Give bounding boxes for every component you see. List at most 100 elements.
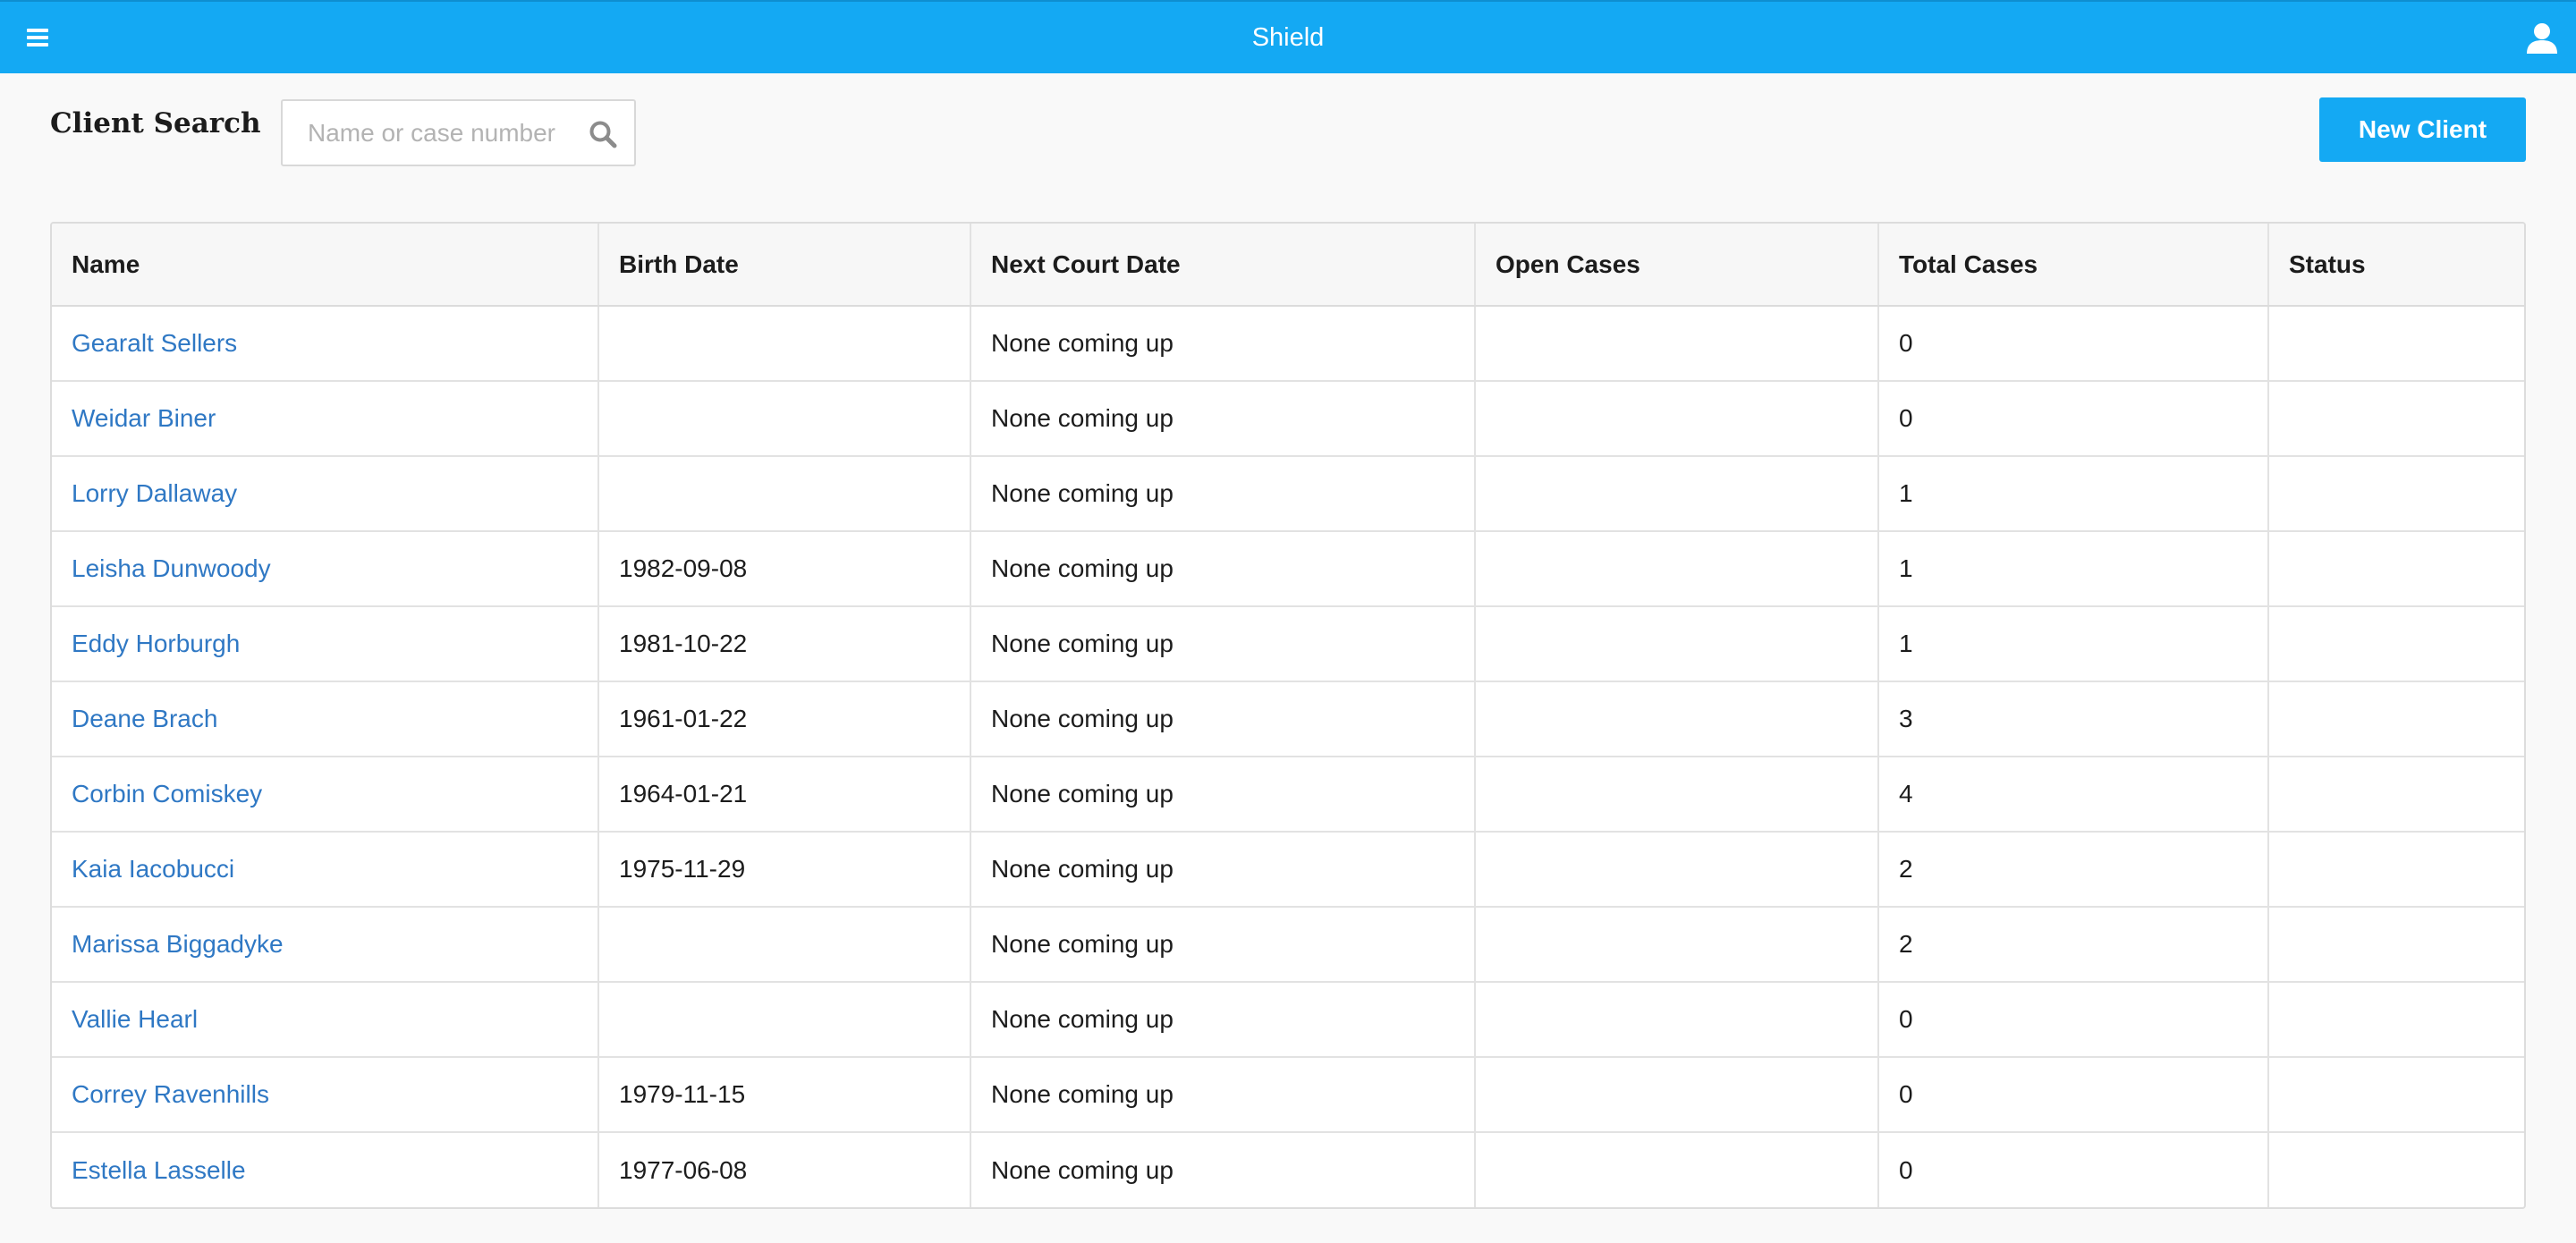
cell-open-cases [1475,531,1879,607]
cell-birth-date: 1982-09-08 [598,531,971,607]
cell-birth-date: 1977-06-08 [598,1132,971,1207]
table-row: Kaia Iacobucci 1975-11-29 None coming up… [52,832,2524,908]
client-name-link[interactable]: Deane Brach [72,705,217,732]
cell-status [2268,1132,2524,1207]
cell-birth-date: 1964-01-21 [598,757,971,833]
client-name-link[interactable]: Corbin Comiskey [72,780,262,808]
cell-next-court-date: None coming up [970,381,1476,457]
table-row: Correy Ravenhills 1979-11-15 None coming… [52,1057,2524,1133]
search-icon[interactable] [588,119,618,149]
table-row: Eddy Horburgh 1981-10-22 None coming up … [52,606,2524,682]
table-row: Leisha Dunwoody 1982-09-08 None coming u… [52,531,2524,607]
cell-next-court-date: None coming up [970,1132,1476,1207]
column-header-next-court-date[interactable]: Next Court Date [970,224,1476,307]
client-name-link[interactable]: Correy Ravenhills [72,1080,269,1108]
cell-birth-date [598,456,971,532]
cell-total-cases: 3 [1878,681,2269,757]
column-header-name[interactable]: Name [52,224,599,307]
cell-status [2268,832,2524,908]
cell-total-cases: 0 [1878,982,2269,1058]
cell-open-cases [1475,1057,1879,1133]
client-name-link[interactable]: Kaia Iacobucci [72,855,234,883]
table-row: Marissa Biggadyke None coming up 2 [52,907,2524,983]
top-navbar: Shield [0,0,2576,73]
cell-status [2268,982,2524,1058]
cell-open-cases [1475,306,1879,382]
column-header-birth-date[interactable]: Birth Date [598,224,971,307]
cell-next-court-date: None coming up [970,531,1476,607]
cell-status [2268,1057,2524,1133]
clients-table: Name Birth Date Next Court Date Open Cas… [52,224,2524,1207]
cell-name: Gearalt Sellers [52,306,599,382]
cell-open-cases [1475,606,1879,682]
cell-open-cases [1475,907,1879,983]
cell-total-cases: 0 [1878,1132,2269,1207]
client-name-link[interactable]: Leisha Dunwoody [72,554,271,582]
client-name-link[interactable]: Vallie Hearl [72,1005,198,1033]
cell-next-court-date: None coming up [970,681,1476,757]
cell-name: Lorry Dallaway [52,456,599,532]
cell-birth-date: 1979-11-15 [598,1057,971,1133]
cell-birth-date: 1975-11-29 [598,832,971,908]
cell-status [2268,381,2524,457]
cell-status [2268,757,2524,833]
client-name-link[interactable]: Eddy Horburgh [72,630,240,657]
cell-next-court-date: None coming up [970,832,1476,908]
cell-name: Eddy Horburgh [52,606,599,682]
table-row: Vallie Hearl None coming up 0 [52,982,2524,1058]
client-name-link[interactable]: Estella Lasselle [72,1156,246,1184]
cell-total-cases: 2 [1878,907,2269,983]
cell-status [2268,681,2524,757]
cell-open-cases [1475,456,1879,532]
cell-status [2268,606,2524,682]
table-row: Corbin Comiskey 1964-01-21 None coming u… [52,757,2524,833]
cell-total-cases: 1 [1878,531,2269,607]
cell-name: Deane Brach [52,681,599,757]
cell-open-cases [1475,381,1879,457]
cell-total-cases: 4 [1878,757,2269,833]
table-header-row: Name Birth Date Next Court Date Open Cas… [52,224,2524,307]
column-header-total-cases[interactable]: Total Cases [1878,224,2269,307]
cell-name: Corbin Comiskey [52,757,599,833]
cell-next-court-date: None coming up [970,982,1476,1058]
cell-total-cases: 1 [1878,606,2269,682]
cell-birth-date [598,982,971,1058]
cell-open-cases [1475,757,1879,833]
cell-open-cases [1475,1132,1879,1207]
cell-birth-date: 1981-10-22 [598,606,971,682]
column-header-open-cases[interactable]: Open Cases [1475,224,1879,307]
cell-birth-date [598,381,971,457]
client-name-link[interactable]: Gearalt Sellers [72,329,237,357]
cell-status [2268,907,2524,983]
client-name-link[interactable]: Lorry Dallaway [72,479,237,507]
clients-table-container: Name Birth Date Next Court Date Open Cas… [50,222,2526,1209]
cell-next-court-date: None coming up [970,757,1476,833]
user-icon[interactable] [2524,20,2560,55]
cell-total-cases: 0 [1878,306,2269,382]
cell-name: Kaia Iacobucci [52,832,599,908]
column-header-status[interactable]: Status [2268,224,2524,307]
client-name-link[interactable]: Marissa Biggadyke [72,930,284,958]
cell-name: Vallie Hearl [52,982,599,1058]
cell-birth-date: 1961-01-22 [598,681,971,757]
cell-status [2268,531,2524,607]
client-search-box [281,99,636,166]
cell-name: Weidar Biner [52,381,599,457]
cell-open-cases [1475,832,1879,908]
search-input[interactable] [283,101,578,165]
table-row: Lorry Dallaway None coming up 1 [52,456,2524,532]
app-title: Shield [1251,23,1325,52]
cell-total-cases: 0 [1878,1057,2269,1133]
new-client-button[interactable]: New Client [2319,97,2526,162]
cell-next-court-date: None coming up [970,306,1476,382]
cell-name: Estella Lasselle [52,1132,599,1207]
cell-name: Correy Ravenhills [52,1057,599,1133]
cell-open-cases [1475,681,1879,757]
cell-name: Leisha Dunwoody [52,531,599,607]
cell-total-cases: 0 [1878,381,2269,457]
cell-next-court-date: None coming up [970,907,1476,983]
client-name-link[interactable]: Weidar Biner [72,404,216,432]
cell-total-cases: 2 [1878,832,2269,908]
cell-open-cases [1475,982,1879,1058]
table-row: Gearalt Sellers None coming up 0 [52,306,2524,382]
